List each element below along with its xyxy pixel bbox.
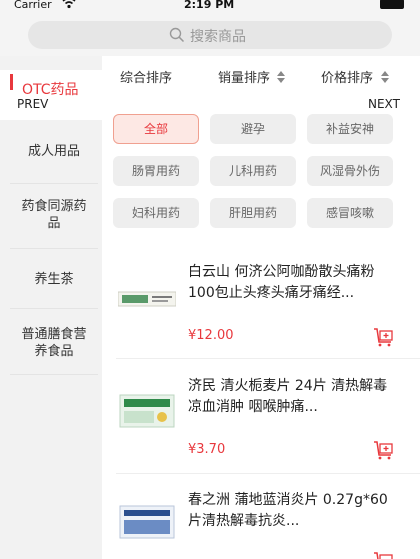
- sort-sales[interactable]: 销量排序: [218, 67, 270, 86]
- carrier-label: Carrier: [14, 0, 52, 11]
- divider: [10, 374, 98, 375]
- chip-cold-cough[interactable]: 感冒咳嗽: [307, 198, 393, 228]
- chip-contraception[interactable]: 避孕: [210, 114, 296, 144]
- status-bar: Carrier 2:19 PM: [0, 0, 420, 14]
- chip-liver[interactable]: 肝胆用药: [210, 198, 296, 228]
- sidebar-item-label: 药食同源药品: [21, 199, 87, 231]
- sidebar-item-adult[interactable]: 成人用品: [10, 143, 98, 160]
- chip-stomach[interactable]: 肠胃用药: [113, 156, 199, 186]
- search-icon: [169, 27, 185, 43]
- divider: [10, 183, 98, 184]
- product-price: ¥3.70: [188, 442, 226, 457]
- product-image: [119, 505, 175, 539]
- sort-arrows-icon: [277, 71, 285, 83]
- chip-tonic[interactable]: 补益安神: [307, 114, 393, 144]
- sidebar-item-label: 普通膳食营养食品: [21, 327, 87, 359]
- product-item[interactable]: 白云山 何济公阿咖酚散头痛粉100包止头疼头痛牙痛经... ¥12.00: [102, 244, 420, 359]
- chip-pediatric[interactable]: 儿科用药: [210, 156, 296, 186]
- chip-gynecology[interactable]: 妇科用药: [113, 198, 199, 228]
- prev-link[interactable]: PREV: [17, 97, 48, 111]
- sidebar-item-label: 成人用品: [27, 144, 80, 159]
- next-link[interactable]: NEXT: [368, 97, 400, 111]
- chip-all[interactable]: 全部: [113, 114, 199, 144]
- add-to-cart-icon[interactable]: [372, 326, 394, 348]
- status-time: 2:19 PM: [184, 0, 235, 11]
- filter-panel: 全部 避孕 补益安神 肠胃用药 儿科用药 风湿骨外伤 妇科用药 肝胆用药 感冒咳…: [102, 104, 420, 244]
- product-title[interactable]: 春之洲 蒲地蓝消炎片 0.27g*60片清热解毒抗炎...: [188, 490, 400, 532]
- sidebar-item-label: 养生茶: [34, 272, 74, 287]
- divider: [10, 248, 98, 249]
- product-price: ¥12.00: [188, 328, 234, 343]
- search-input[interactable]: 搜索商品: [28, 21, 392, 49]
- product-item[interactable]: 春之洲 蒲地蓝消炎片 0.27g*60片清热解毒抗炎...: [102, 474, 420, 559]
- sidebar-item-health-tea[interactable]: 养生茶: [10, 271, 98, 288]
- add-to-cart-icon[interactable]: [372, 439, 394, 461]
- product-title[interactable]: 济民 清火栀麦片 24片 清热解毒 凉血消肿 咽喉肿痛...: [188, 376, 400, 418]
- add-to-cart-icon[interactable]: [372, 550, 394, 559]
- battery-icon: [380, 0, 404, 9]
- sort-comprehensive[interactable]: 综合排序: [120, 67, 172, 86]
- sidebar-item-nutrition[interactable]: 普通膳食营养食品: [18, 326, 90, 360]
- sort-bar: 综合排序 销量排序 价格排序: [102, 56, 420, 100]
- sidebar-item-label: OTC药品: [22, 82, 79, 98]
- search-area: 搜索商品: [0, 14, 420, 56]
- sort-arrows-icon: [381, 71, 389, 83]
- wifi-icon: [62, 0, 76, 9]
- product-title[interactable]: 白云山 何济公阿咖酚散头痛粉100包止头疼头痛牙痛经...: [188, 262, 400, 304]
- sidebar-item-food-drug[interactable]: 药食同源药品: [18, 198, 90, 232]
- search-placeholder: 搜索商品: [190, 29, 246, 45]
- product-item[interactable]: 济民 清火栀麦片 24片 清热解毒 凉血消肿 咽喉肿痛... ¥3.70: [102, 359, 420, 474]
- divider: [10, 308, 98, 309]
- chip-rheumatism[interactable]: 风湿骨外伤: [307, 156, 393, 186]
- sort-price[interactable]: 价格排序: [321, 67, 373, 86]
- active-indicator: [10, 74, 13, 90]
- product-list: 白云山 何济公阿咖酚散头痛粉100包止头疼头痛牙痛经... ¥12.00 济民 …: [102, 244, 420, 559]
- product-image: [119, 394, 175, 428]
- product-image: [118, 291, 176, 307]
